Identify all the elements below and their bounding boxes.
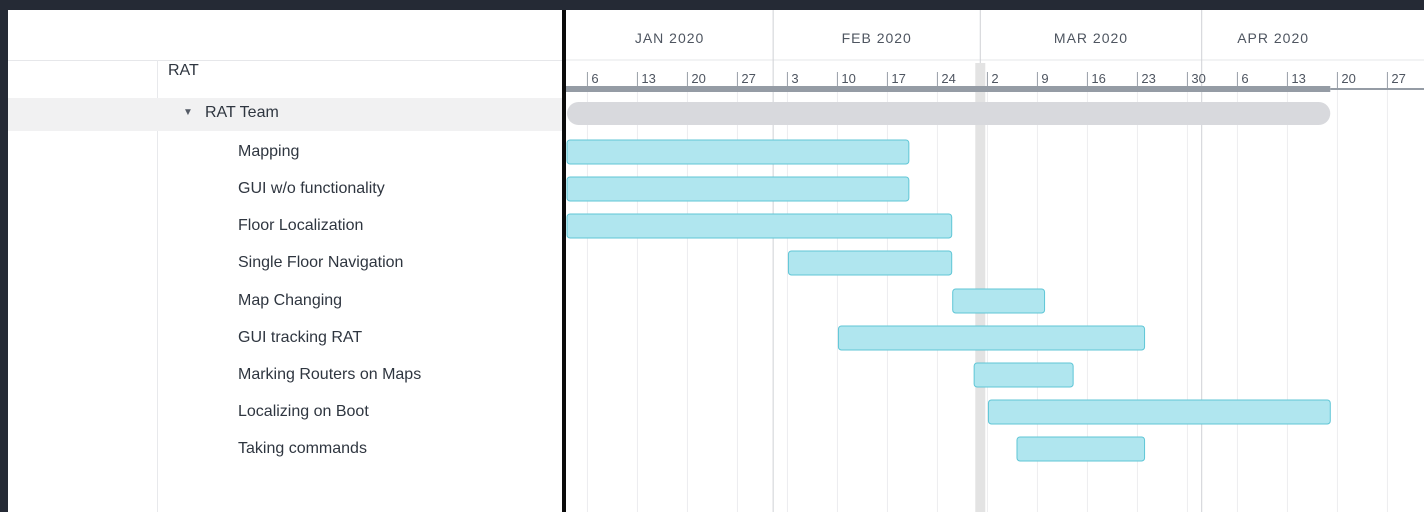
task-bar (973, 362, 1074, 388)
project-name: RAT (168, 62, 199, 79)
task-label[interactable]: Mapping (238, 143, 299, 161)
week-tick-label: 27 (1391, 71, 1405, 86)
week-tick-label: 30 (1191, 71, 1205, 86)
week-tick-label: 13 (1291, 71, 1305, 86)
task-bar (1016, 436, 1146, 462)
week-tick-label: 20 (1341, 71, 1355, 86)
month-label: FEB 2020 (842, 30, 912, 46)
task-label[interactable]: Single Floor Navigation (238, 254, 403, 272)
week-tick-label: 13 (641, 71, 655, 86)
task-bar (787, 250, 953, 276)
week-tick-label: 17 (891, 71, 905, 86)
task-label[interactable]: Taking commands (238, 440, 367, 458)
task-bar (566, 139, 910, 165)
gantt-chart: JAN 2020 FEB 2020 MAR 2020 APR 2020 6 13 20 27 3… (566, 10, 1424, 512)
week-tick-label: 2 (991, 71, 998, 86)
week-tick-label: 23 (1141, 71, 1155, 86)
group-label[interactable]: RAT Team (205, 104, 279, 122)
week-tick-label: 16 (1091, 71, 1105, 86)
gantt-chart-panel: JAN 2020 FEB 2020 MAR 2020 APR 2020 6 13 20 27 3… (566, 10, 1424, 512)
task-label[interactable]: Floor Localization (238, 217, 363, 235)
week-tick-label: 24 (941, 71, 955, 86)
task-bar (837, 325, 1146, 351)
task-label[interactable]: Marking Routers on Maps (238, 366, 421, 384)
week-tick-label: 10 (841, 71, 855, 86)
task-bar (566, 213, 953, 239)
task-bar (987, 399, 1331, 425)
timeline-axis (566, 86, 1331, 92)
month-label: APR 2020 (1237, 30, 1309, 46)
task-bar (952, 288, 1046, 314)
task-label[interactable]: Localizing on Boot (238, 403, 369, 421)
task-label[interactable]: Map Changing (238, 292, 342, 310)
week-tick-label: 6 (1241, 71, 1248, 86)
group-summary-bar (567, 102, 1331, 125)
month-label: MAR 2020 (1054, 30, 1128, 46)
task-label[interactable]: GUI tracking RAT (238, 329, 362, 347)
week-tick-label: 20 (691, 71, 705, 86)
week-tick-label: 6 (591, 71, 598, 86)
timeline-axis-extension (1330, 88, 1424, 90)
task-list-panel: RAT ▼ RAT Team Mapping GUI w/o functiona… (8, 10, 562, 512)
task-bar (566, 176, 910, 202)
task-list-header (8, 10, 562, 61)
group-row[interactable] (8, 98, 562, 131)
task-label[interactable]: GUI w/o functionality (238, 180, 385, 198)
week-tick-label: 3 (791, 71, 798, 86)
month-label: JAN 2020 (635, 30, 704, 46)
week-tick-label: 9 (1041, 71, 1048, 86)
week-tick-label: 27 (741, 71, 755, 86)
today-marker (975, 63, 986, 512)
triangle-down-icon[interactable]: ▼ (183, 107, 193, 118)
